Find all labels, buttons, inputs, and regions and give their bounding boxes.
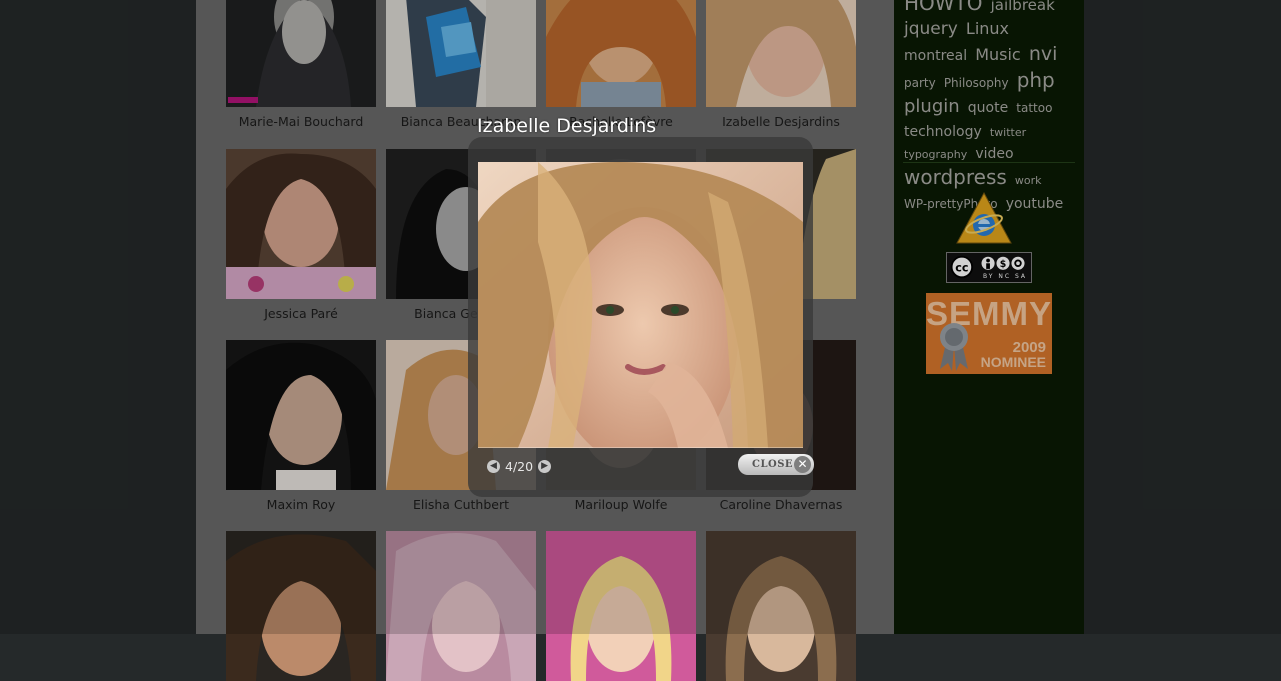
close-button-label: CLOSE xyxy=(752,459,794,470)
lightbox-navigation: ◀ 4/20 ▶ xyxy=(487,457,552,475)
image-counter: 4/20 xyxy=(505,458,534,474)
next-arrow-icon[interactable]: ▶ xyxy=(538,459,552,473)
previous-arrow-icon[interactable]: ◀ xyxy=(487,459,500,473)
close-button[interactable]: CLOSE ✕ xyxy=(738,454,814,475)
lightbox-title: Izabelle Desjardins xyxy=(477,115,657,137)
divider xyxy=(478,447,803,448)
close-icon: ✕ xyxy=(794,456,811,473)
lightbox-image[interactable] xyxy=(478,162,803,448)
